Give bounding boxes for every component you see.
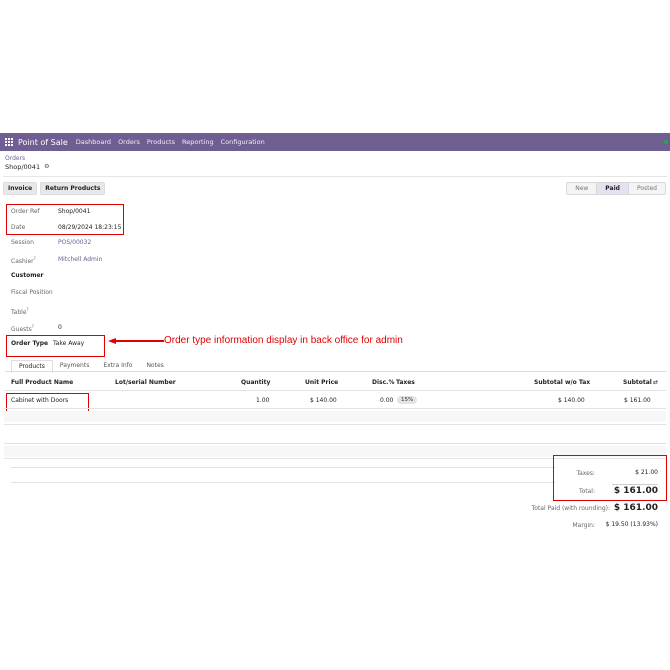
field-guests: Guests? 0 <box>11 324 62 333</box>
nav-products[interactable]: Products <box>147 138 175 146</box>
annotation-arrow-line <box>114 340 164 342</box>
annotation-text: Order type information display in back o… <box>164 335 403 346</box>
total-paid-label: Total Paid (with rounding): <box>531 505 610 512</box>
empty-row <box>4 411 666 422</box>
online-status-icon <box>664 140 668 144</box>
breadcrumb-orders[interactable]: Orders <box>5 155 49 163</box>
col-discount[interactable]: Disc.% <box>372 379 394 386</box>
cashier-link[interactable]: Mitchell Admin <box>58 256 102 265</box>
row-unit-price: $ 140.00 <box>310 397 337 404</box>
tabs-divider <box>5 371 667 372</box>
status-posted[interactable]: Posted <box>628 183 665 194</box>
help-icon[interactable]: ? <box>27 307 29 312</box>
row-subtotal: $ 161.00 <box>624 397 651 404</box>
highlight-totals <box>553 455 667 501</box>
margin-value: $ 19.50 (13.93%) <box>605 521 658 528</box>
field-table: Table? <box>11 307 58 316</box>
highlight-order-info <box>6 204 124 235</box>
status-paid[interactable]: Paid <box>597 183 629 194</box>
table-label: Table? <box>11 307 29 316</box>
field-customer: Customer <box>11 272 58 279</box>
invoice-button[interactable]: Invoice <box>3 182 38 195</box>
col-product-name[interactable]: Full Product Name <box>11 379 73 386</box>
highlight-order-type <box>6 335 105 357</box>
field-fiscal-position: Fiscal Position <box>11 289 53 296</box>
field-session: Session POS/00032 <box>11 239 91 246</box>
table-header-line <box>4 390 666 391</box>
col-subtotal-wo-tax[interactable]: Subtotal w/o Tax <box>534 379 590 386</box>
row-line <box>11 482 555 483</box>
guests-label: Guests? <box>11 324 34 333</box>
apps-menu-icon[interactable] <box>5 138 13 146</box>
breadcrumb-current: Shop/0041 <box>5 163 41 171</box>
row-subtotal-wo-tax: $ 140.00 <box>558 397 585 404</box>
row-line <box>4 443 666 444</box>
field-cashier: Cashier? Mitchell Admin <box>11 256 102 265</box>
breadcrumb: Orders Shop/0041 ⚙ <box>5 155 49 171</box>
fiscal-position-label: Fiscal Position <box>11 289 53 296</box>
cashier-label: Cashier? <box>11 256 36 265</box>
optional-columns-icon[interactable]: ⇄ <box>653 379 658 386</box>
col-lot-number[interactable]: Lot/serial Number <box>115 379 176 386</box>
help-icon[interactable]: ? <box>32 324 34 329</box>
action-toolbar: Invoice Return Products <box>3 182 106 195</box>
total-paid-value: $ 161.00 <box>613 503 658 513</box>
gear-icon[interactable]: ⚙ <box>44 163 49 171</box>
col-subtotal[interactable]: Subtotal <box>623 379 652 386</box>
return-products-button[interactable]: Return Products <box>40 182 106 195</box>
row-line <box>11 467 555 468</box>
help-icon[interactable]: ? <box>34 256 36 261</box>
top-navbar: Point of Sale Dashboard Orders Products … <box>0 133 670 151</box>
customer-label: Customer <box>11 272 44 279</box>
highlight-product <box>6 393 89 412</box>
session-link[interactable]: POS/00032 <box>58 239 91 246</box>
status-new[interactable]: New <box>567 183 598 194</box>
col-unit-price[interactable]: Unit Price <box>305 379 338 386</box>
guests-value[interactable]: 0 <box>58 324 62 333</box>
status-bar: New Paid Posted <box>566 182 666 195</box>
nav-reporting[interactable]: Reporting <box>182 138 214 146</box>
nav-configuration[interactable]: Configuration <box>221 138 265 146</box>
nav-orders[interactable]: Orders <box>118 138 140 146</box>
app-brand[interactable]: Point of Sale <box>18 138 68 147</box>
nav-dashboard[interactable]: Dashboard <box>76 138 111 146</box>
col-taxes[interactable]: Taxes <box>396 379 415 386</box>
margin-label: Margin: <box>572 522 595 529</box>
tax-badge: 15% <box>397 396 418 404</box>
row-discount: 0.00 <box>380 397 394 404</box>
col-quantity[interactable]: Quantity <box>241 379 270 386</box>
row-quantity: 1.00 <box>256 397 270 404</box>
session-label: Session <box>11 239 34 246</box>
row-line <box>4 424 666 425</box>
row-line <box>4 408 666 409</box>
